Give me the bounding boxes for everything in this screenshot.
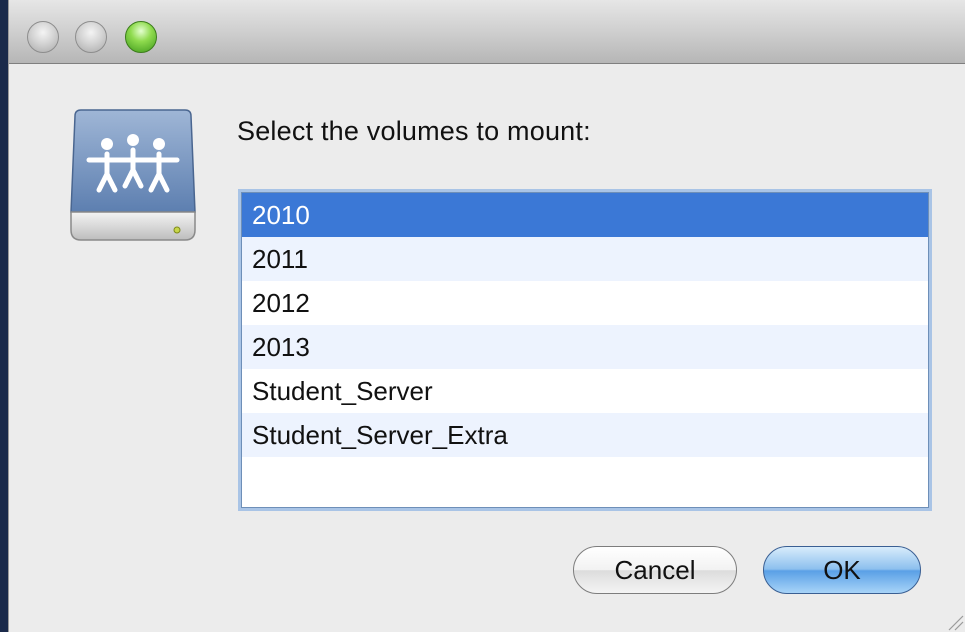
title-bar[interactable]	[9, 0, 965, 64]
zoom-button[interactable]	[125, 21, 157, 53]
ok-button[interactable]: OK	[763, 546, 921, 594]
list-item[interactable]: 2013	[242, 325, 928, 369]
close-button[interactable]	[27, 21, 59, 53]
list-item[interactable]: 2012	[242, 281, 928, 325]
resize-grip-icon[interactable]	[941, 608, 965, 632]
dialog-prompt: Select the volumes to mount:	[237, 116, 591, 146]
list-item[interactable]: 2010	[242, 193, 928, 237]
minimize-button[interactable]	[75, 21, 107, 53]
shared-server-drive-icon	[70, 109, 196, 241]
cancel-button[interactable]: Cancel	[573, 546, 737, 594]
list-item[interactable]: 2011	[242, 237, 928, 281]
volume-list[interactable]: 2010 2011 2012 2013 Student_Server Stude…	[241, 192, 929, 508]
mount-volumes-dialog: Select the volumes to mount: 2010 2011 2…	[8, 0, 965, 632]
list-item[interactable]: Student_Server	[242, 369, 928, 413]
list-item[interactable]: Student_Server_Extra	[242, 413, 928, 457]
